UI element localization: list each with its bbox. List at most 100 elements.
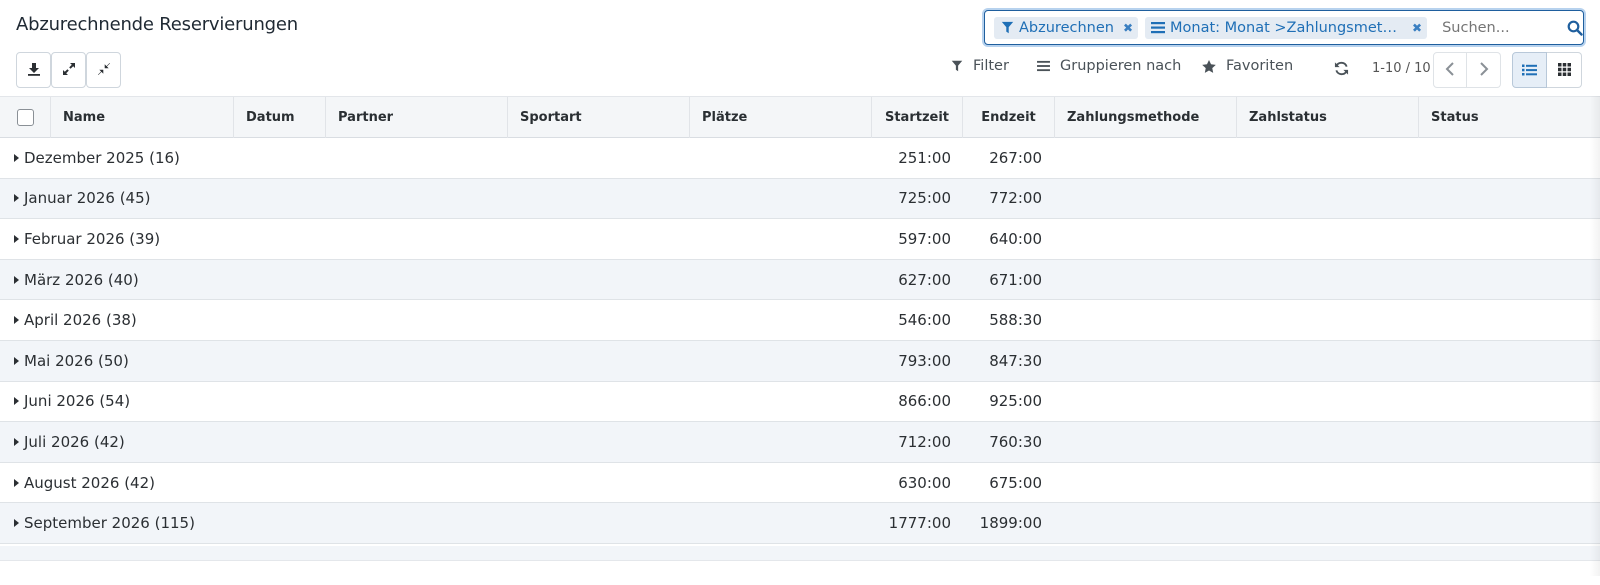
expand-button[interactable]: [51, 52, 86, 88]
group-start-time-sum: 627:00: [898, 270, 951, 289]
group-row[interactable]: August 2026 (42) 630:00 675:00: [0, 463, 1600, 504]
group-end-time-sum: 267:00: [989, 148, 1042, 167]
group-start-time-sum: 630:00: [898, 473, 951, 492]
group-end-time-sum: 675:00: [989, 473, 1042, 492]
group-start-time-sum: 866:00: [898, 392, 951, 411]
group-row[interactable]: Mai 2026 (50) 793:00 847:30: [0, 340, 1600, 382]
facet-groupby[interactable]: Monat: Monat >Zahlungsmetho… ✖: [1145, 16, 1428, 39]
scroll-shadow: [1590, 96, 1600, 576]
group-by-icon: [1037, 60, 1050, 72]
groupby-menu-button[interactable]: Gruppieren nach: [1037, 58, 1181, 74]
group-start-time-sum: 725:00: [898, 189, 951, 208]
group-row[interactable]: Juli 2026 (42) 712:00 760:30: [0, 422, 1600, 463]
group-end-time-sum: 925:00: [989, 392, 1042, 411]
pager-previous-button[interactable]: [1433, 52, 1467, 88]
pager-value[interactable]: 1-10 / 10: [1372, 61, 1431, 76]
search-input[interactable]: [1442, 19, 1568, 36]
filter-icon: [951, 60, 963, 72]
chevron-right-icon: [1479, 61, 1489, 80]
caret-right-icon: [14, 194, 19, 203]
list-icon: [1522, 61, 1537, 80]
caret-right-icon: [14, 153, 19, 162]
favorites-menu-button[interactable]: Favoriten: [1202, 58, 1293, 74]
pager-next-button[interactable]: [1467, 52, 1501, 88]
groupby-label: Gruppieren nach: [1060, 58, 1182, 74]
select-all-cell[interactable]: [0, 97, 51, 138]
group-start-time-sum: 597:00: [898, 229, 951, 248]
group-start-time-sum: 793:00: [898, 351, 951, 370]
group-row[interactable]: März 2026 (40) 627:00 671:00: [0, 259, 1600, 301]
group-label: Januar 2026 (45): [24, 189, 151, 208]
group-end-time-sum: 588:30: [989, 311, 1042, 330]
caret-right-icon: [14, 519, 19, 528]
group-end-time-sum: 671:00: [989, 270, 1042, 289]
search-bar[interactable]: Abzurechnen ✖ Monat: Monat >Zahlungsmeth…: [984, 10, 1584, 45]
group-end-time-sum: 772:00: [989, 189, 1042, 208]
group-label: August 2026 (42): [24, 473, 155, 492]
group-label: April 2026 (38): [24, 311, 137, 330]
group-label: Dezember 2025 (16): [24, 148, 180, 167]
download-button[interactable]: [16, 52, 51, 88]
favorites-label: Favoriten: [1226, 58, 1294, 74]
facet-filter-label: Abzurechnen: [1019, 19, 1114, 36]
group-start-time-sum: 546:00: [898, 311, 951, 330]
group-by-icon: [1151, 21, 1166, 35]
star-icon: [1202, 59, 1216, 73]
group-row[interactable]: Januar 2026 (45) 725:00 772:00: [0, 178, 1600, 220]
collapse-button[interactable]: [86, 52, 121, 88]
column-header-payment-method[interactable]: Zahlungsmethode: [1055, 97, 1237, 138]
facet-filter[interactable]: Abzurechnen ✖: [994, 16, 1139, 39]
reservations-table: Name Datum Partner Sportart Plätze Start…: [0, 96, 1600, 544]
group-row[interactable]: Juni 2026 (54) 866:00 925:00: [0, 382, 1600, 423]
column-header-payment-status[interactable]: Zahlstatus: [1237, 97, 1419, 138]
column-header-name[interactable]: Name: [51, 97, 234, 138]
table-footer: [0, 546, 1600, 561]
column-header-seats[interactable]: Plätze: [690, 97, 872, 138]
column-header-start-time[interactable]: Startzeit: [872, 97, 963, 138]
column-header-date[interactable]: Datum: [234, 97, 326, 138]
group-label: Mai 2026 (50): [24, 351, 129, 370]
download-icon: [27, 61, 41, 80]
refresh-icon[interactable]: [1334, 61, 1350, 77]
caret-right-icon: [14, 275, 19, 284]
facet-groupby-label: Monat: Monat >Zahlungsmetho…: [1170, 19, 1404, 36]
remove-facet-groupby-icon[interactable]: ✖: [1412, 21, 1422, 35]
compress-icon: [97, 61, 111, 80]
filter-menu-button[interactable]: Filter: [951, 58, 1009, 74]
group-end-time-sum: 640:00: [989, 229, 1042, 248]
caret-right-icon: [14, 397, 19, 406]
group-end-time-sum: 760:30: [989, 432, 1042, 451]
column-header-sport[interactable]: Sportart: [508, 97, 690, 138]
group-label: Februar 2026 (39): [24, 229, 161, 248]
list-view-button[interactable]: [1512, 52, 1547, 88]
group-row[interactable]: Februar 2026 (39) 597:00 640:00: [0, 219, 1600, 260]
filter-label: Filter: [973, 58, 1009, 74]
group-label: Juli 2026 (42): [24, 432, 125, 451]
expand-icon: [62, 61, 76, 80]
filter-icon: [1000, 21, 1014, 35]
caret-right-icon: [14, 478, 19, 487]
column-header-status[interactable]: Status: [1419, 97, 1600, 138]
remove-facet-filter-icon[interactable]: ✖: [1123, 21, 1133, 35]
kanban-view-button[interactable]: [1547, 52, 1582, 88]
chevron-left-icon: [1445, 61, 1455, 80]
group-label: Juni 2026 (54): [24, 392, 131, 411]
search-icon[interactable]: [1567, 18, 1583, 38]
caret-right-icon: [14, 356, 19, 365]
page-title: Abzurechnende Reservierungen: [16, 14, 298, 35]
group-start-time-sum: 251:00: [898, 148, 951, 167]
table-header: Name Datum Partner Sportart Plätze Start…: [0, 96, 1600, 138]
group-end-time-sum: 1899:00: [979, 514, 1042, 533]
group-start-time-sum: 712:00: [898, 432, 951, 451]
group-row[interactable]: September 2026 (115) 1777:00 1899:00: [0, 503, 1600, 544]
group-label: September 2026 (115): [24, 514, 195, 533]
group-row[interactable]: Dezember 2025 (16) 251:00 267:00: [0, 138, 1600, 179]
column-header-partner[interactable]: Partner: [326, 97, 508, 138]
group-end-time-sum: 847:30: [989, 351, 1042, 370]
select-all-checkbox[interactable]: [16, 109, 34, 126]
group-row[interactable]: April 2026 (38) 546:00 588:30: [0, 300, 1600, 341]
group-start-time-sum: 1777:00: [888, 514, 951, 533]
grid-icon: [1557, 61, 1571, 80]
caret-right-icon: [14, 234, 19, 243]
column-header-end-time[interactable]: Endzeit: [963, 97, 1055, 138]
